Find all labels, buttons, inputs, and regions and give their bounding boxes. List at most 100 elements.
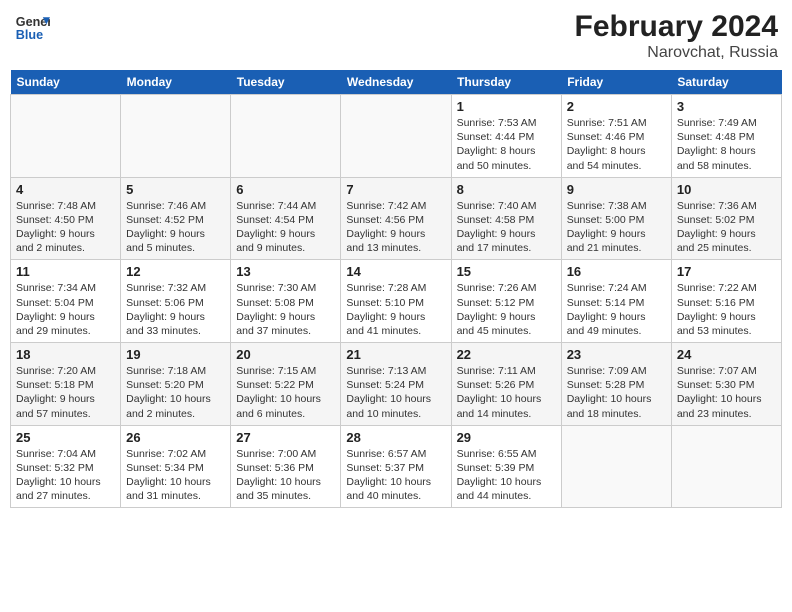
day-number: 20 bbox=[236, 347, 335, 362]
day-info: Sunrise: 7:32 AM Sunset: 5:06 PM Dayligh… bbox=[126, 281, 225, 338]
day-number: 9 bbox=[567, 182, 666, 197]
day-number: 18 bbox=[16, 347, 115, 362]
day-info: Sunrise: 7:30 AM Sunset: 5:08 PM Dayligh… bbox=[236, 281, 335, 338]
calendar-day bbox=[561, 425, 671, 508]
day-number: 10 bbox=[677, 182, 776, 197]
day-number: 26 bbox=[126, 430, 225, 445]
day-number: 29 bbox=[457, 430, 556, 445]
day-number: 22 bbox=[457, 347, 556, 362]
day-info: Sunrise: 7:40 AM Sunset: 4:58 PM Dayligh… bbox=[457, 199, 556, 256]
day-info: Sunrise: 7:46 AM Sunset: 4:52 PM Dayligh… bbox=[126, 199, 225, 256]
day-number: 5 bbox=[126, 182, 225, 197]
calendar-day: 3 Sunrise: 7:49 AM Sunset: 4:48 PM Daylig… bbox=[671, 95, 781, 178]
day-number: 15 bbox=[457, 264, 556, 279]
calendar-week: 1Sunrise: 7:53 AM Sunset: 4:44 PM Daylig… bbox=[11, 95, 782, 178]
day-number: 17 bbox=[677, 264, 776, 279]
calendar-day: 14 Sunrise: 7:28 AM Sunset: 5:10 PM Dayli… bbox=[341, 260, 451, 343]
day-info: Sunrise: 7:36 AM Sunset: 5:02 PM Dayligh… bbox=[677, 199, 776, 256]
day-info: Sunrise: 7:11 AM Sunset: 5:26 PM Dayligh… bbox=[457, 364, 556, 421]
calendar-day: 4Sunrise: 7:48 AM Sunset: 4:50 PM Daylig… bbox=[11, 177, 121, 260]
day-info: Sunrise: 7:51 AM Sunset: 4:46 PM Dayligh… bbox=[567, 116, 666, 173]
calendar-day: 18 Sunrise: 7:20 AM Sunset: 5:18 PM Dayli… bbox=[11, 343, 121, 426]
calendar-day: 5 Sunrise: 7:46 AM Sunset: 4:52 PM Daylig… bbox=[121, 177, 231, 260]
title-block: February 2024 Narovchat, Russia bbox=[575, 10, 778, 62]
day-info: Sunrise: 6:55 AM Sunset: 5:39 PM Dayligh… bbox=[457, 447, 556, 504]
weekday-header: Monday bbox=[121, 70, 231, 95]
day-info: Sunrise: 7:00 AM Sunset: 5:36 PM Dayligh… bbox=[236, 447, 335, 504]
day-number: 16 bbox=[567, 264, 666, 279]
calendar-week: 4Sunrise: 7:48 AM Sunset: 4:50 PM Daylig… bbox=[11, 177, 782, 260]
weekday-header: Friday bbox=[561, 70, 671, 95]
logo: General Blue bbox=[14, 10, 50, 46]
calendar-header: SundayMondayTuesdayWednesdayThursdayFrid… bbox=[11, 70, 782, 95]
weekday-header: Wednesday bbox=[341, 70, 451, 95]
day-number: 11 bbox=[16, 264, 115, 279]
page-title: February 2024 bbox=[575, 10, 778, 44]
calendar-day: 16 Sunrise: 7:24 AM Sunset: 5:14 PM Dayli… bbox=[561, 260, 671, 343]
calendar-table: SundayMondayTuesdayWednesdayThursdayFrid… bbox=[10, 70, 782, 508]
calendar-day: 6 Sunrise: 7:44 AM Sunset: 4:54 PM Daylig… bbox=[231, 177, 341, 260]
day-info: Sunrise: 7:09 AM Sunset: 5:28 PM Dayligh… bbox=[567, 364, 666, 421]
day-number: 28 bbox=[346, 430, 445, 445]
day-number: 21 bbox=[346, 347, 445, 362]
day-number: 6 bbox=[236, 182, 335, 197]
calendar-day: 24 Sunrise: 7:07 AM Sunset: 5:30 PM Dayli… bbox=[671, 343, 781, 426]
day-number: 14 bbox=[346, 264, 445, 279]
calendar-day: 19Sunrise: 7:18 AM Sunset: 5:20 PM Dayli… bbox=[121, 343, 231, 426]
calendar-day: 28Sunrise: 6:57 AM Sunset: 5:37 PM Dayli… bbox=[341, 425, 451, 508]
calendar-day bbox=[11, 95, 121, 178]
day-info: Sunrise: 7:48 AM Sunset: 4:50 PM Dayligh… bbox=[16, 199, 115, 256]
weekday-header: Thursday bbox=[451, 70, 561, 95]
calendar-day: 29 Sunrise: 6:55 AM Sunset: 5:39 PM Dayli… bbox=[451, 425, 561, 508]
weekday-header: Saturday bbox=[671, 70, 781, 95]
day-info: Sunrise: 7:42 AM Sunset: 4:56 PM Dayligh… bbox=[346, 199, 445, 256]
calendar-body: 1Sunrise: 7:53 AM Sunset: 4:44 PM Daylig… bbox=[11, 95, 782, 508]
day-info: Sunrise: 7:38 AM Sunset: 5:00 PM Dayligh… bbox=[567, 199, 666, 256]
day-number: 25 bbox=[16, 430, 115, 445]
day-info: Sunrise: 7:13 AM Sunset: 5:24 PM Dayligh… bbox=[346, 364, 445, 421]
day-number: 27 bbox=[236, 430, 335, 445]
day-number: 12 bbox=[126, 264, 225, 279]
calendar-week: 11Sunrise: 7:34 AM Sunset: 5:04 PM Dayli… bbox=[11, 260, 782, 343]
day-number: 8 bbox=[457, 182, 556, 197]
calendar-day bbox=[231, 95, 341, 178]
page-header: General Blue February 2024 Narovchat, Ru… bbox=[10, 10, 782, 62]
day-info: Sunrise: 7:24 AM Sunset: 5:14 PM Dayligh… bbox=[567, 281, 666, 338]
calendar-day: 1Sunrise: 7:53 AM Sunset: 4:44 PM Daylig… bbox=[451, 95, 561, 178]
calendar-day: 2 Sunrise: 7:51 AM Sunset: 4:46 PM Daylig… bbox=[561, 95, 671, 178]
calendar-day: 10 Sunrise: 7:36 AM Sunset: 5:02 PM Dayli… bbox=[671, 177, 781, 260]
calendar-day: 9 Sunrise: 7:38 AM Sunset: 5:00 PM Daylig… bbox=[561, 177, 671, 260]
day-info: Sunrise: 7:53 AM Sunset: 4:44 PM Dayligh… bbox=[457, 116, 556, 173]
calendar-day: 27 Sunrise: 7:00 AM Sunset: 5:36 PM Dayli… bbox=[231, 425, 341, 508]
calendar-day: 13 Sunrise: 7:30 AM Sunset: 5:08 PM Dayli… bbox=[231, 260, 341, 343]
calendar-day: 11Sunrise: 7:34 AM Sunset: 5:04 PM Dayli… bbox=[11, 260, 121, 343]
day-info: Sunrise: 7:07 AM Sunset: 5:30 PM Dayligh… bbox=[677, 364, 776, 421]
calendar-day bbox=[121, 95, 231, 178]
calendar-day bbox=[671, 425, 781, 508]
calendar-day bbox=[341, 95, 451, 178]
calendar-day: 12 Sunrise: 7:32 AM Sunset: 5:06 PM Dayli… bbox=[121, 260, 231, 343]
day-info: Sunrise: 7:49 AM Sunset: 4:48 PM Dayligh… bbox=[677, 116, 776, 173]
day-info: Sunrise: 7:44 AM Sunset: 4:54 PM Dayligh… bbox=[236, 199, 335, 256]
day-info: Sunrise: 7:20 AM Sunset: 5:18 PM Dayligh… bbox=[16, 364, 115, 421]
day-info: Sunrise: 7:02 AM Sunset: 5:34 PM Dayligh… bbox=[126, 447, 225, 504]
weekday-header: Tuesday bbox=[231, 70, 341, 95]
day-number: 2 bbox=[567, 99, 666, 114]
day-info: Sunrise: 7:26 AM Sunset: 5:12 PM Dayligh… bbox=[457, 281, 556, 338]
day-info: Sunrise: 7:28 AM Sunset: 5:10 PM Dayligh… bbox=[346, 281, 445, 338]
calendar-day: 25Sunrise: 7:04 AM Sunset: 5:32 PM Dayli… bbox=[11, 425, 121, 508]
svg-text:Blue: Blue bbox=[16, 28, 43, 42]
calendar-day: 20Sunrise: 7:15 AM Sunset: 5:22 PM Dayli… bbox=[231, 343, 341, 426]
day-info: Sunrise: 7:22 AM Sunset: 5:16 PM Dayligh… bbox=[677, 281, 776, 338]
day-number: 7 bbox=[346, 182, 445, 197]
day-number: 3 bbox=[677, 99, 776, 114]
day-number: 23 bbox=[567, 347, 666, 362]
calendar-day: 15 Sunrise: 7:26 AM Sunset: 5:12 PM Dayli… bbox=[451, 260, 561, 343]
calendar-day: 7 Sunrise: 7:42 AM Sunset: 4:56 PM Daylig… bbox=[341, 177, 451, 260]
weekday-header: Sunday bbox=[11, 70, 121, 95]
day-number: 13 bbox=[236, 264, 335, 279]
calendar-day: 17 Sunrise: 7:22 AM Sunset: 5:16 PM Dayli… bbox=[671, 260, 781, 343]
logo-icon: General Blue bbox=[14, 10, 50, 46]
calendar-day: 22 Sunrise: 7:11 AM Sunset: 5:26 PM Dayli… bbox=[451, 343, 561, 426]
day-number: 24 bbox=[677, 347, 776, 362]
